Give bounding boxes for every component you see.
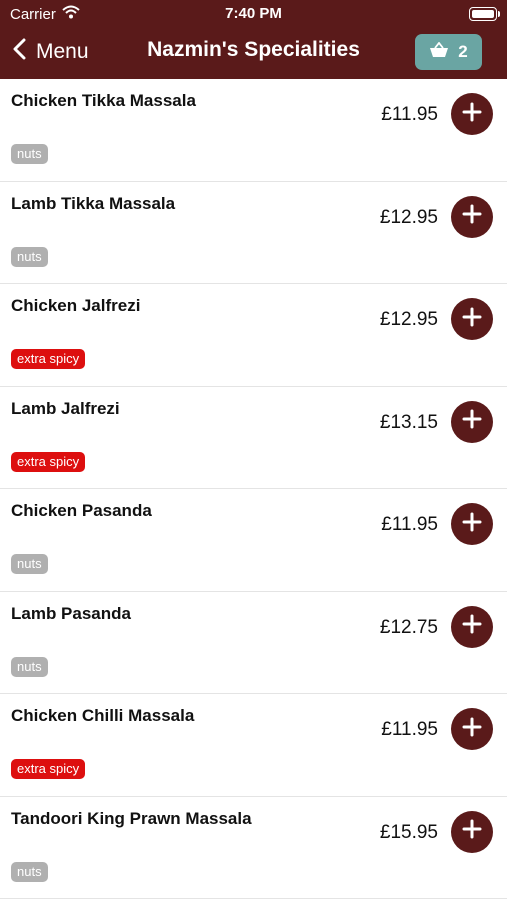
plus-icon (462, 512, 482, 537)
plus-icon (462, 409, 482, 434)
menu-item[interactable]: Chicken Chilli Massala £11.95 extra spic… (0, 694, 507, 797)
item-price: £13.15 (379, 411, 438, 433)
plus-icon (462, 614, 482, 639)
item-price: £11.95 (381, 104, 438, 125)
item-tag: nuts (11, 554, 48, 574)
menu-list: Chicken Tikka Massala £11.95 nuts Lamb T… (0, 79, 507, 899)
status-time: 7:40 PM (225, 5, 282, 22)
basket-icon (429, 41, 449, 63)
add-to-basket-button[interactable] (451, 503, 493, 545)
item-name: Chicken Jalfrezi (11, 296, 141, 315)
item-price: £12.95 (379, 309, 438, 330)
basket-count: 2 (458, 42, 468, 61)
item-name: Chicken Tikka Massala (11, 91, 196, 110)
add-to-basket-button[interactable] (451, 93, 493, 135)
plus-icon (462, 819, 482, 844)
item-tag: nuts (11, 656, 48, 677)
menu-item[interactable]: Lamb Tikka Massala £12.95 nuts (0, 182, 507, 284)
top-bar: Carrier 7:40 PM Menu Nazmin's Specialiti… (0, 0, 507, 79)
menu-item[interactable]: Chicken Jalfrezi £12.95 extra spicy (0, 284, 507, 387)
plus-icon (462, 204, 482, 229)
item-tag: extra spicy (11, 349, 86, 369)
menu-item[interactable]: Tandoori King Prawn Massala £15.95 nuts (0, 797, 507, 899)
nav-bar: Menu Nazmin's Specialities 2 (0, 28, 507, 79)
menu-item[interactable]: Lamb Jalfrezi £13.15 extra spicy (0, 387, 507, 489)
item-name: Chicken Chilli Massala (11, 706, 195, 725)
item-tag: nuts (11, 144, 48, 164)
basket-button[interactable]: 2 (415, 34, 482, 70)
plus-icon (462, 307, 482, 332)
add-to-basket-button[interactable] (451, 605, 493, 648)
item-price: £15.95 (379, 821, 438, 843)
add-to-basket-button[interactable] (451, 298, 493, 340)
menu-item[interactable]: Chicken Pasanda £11.95 nuts (0, 489, 507, 592)
menu-item[interactable]: Chicken Tikka Massala £11.95 nuts (0, 79, 507, 182)
item-price: £12.95 (379, 206, 438, 228)
item-name: Lamb Tikka Massala (11, 193, 176, 213)
battery-icon (469, 7, 500, 21)
item-price: £11.95 (381, 719, 438, 740)
menu-item[interactable]: Lamb Pasanda £12.75 nuts (0, 592, 507, 694)
item-tag: extra spicy (11, 451, 86, 472)
item-name: Lamb Jalfrezi (11, 398, 120, 418)
item-name: Tandoori King Prawn Massala (11, 808, 252, 828)
item-price: £11.95 (381, 514, 438, 535)
item-price: £12.75 (379, 616, 438, 638)
item-name: Chicken Pasanda (11, 501, 152, 520)
add-to-basket-button[interactable] (451, 400, 493, 443)
plus-icon (462, 717, 482, 742)
add-to-basket-button[interactable] (451, 708, 493, 750)
status-bar: Carrier 7:40 PM (0, 0, 507, 28)
add-to-basket-button[interactable] (451, 810, 493, 853)
item-tag: nuts (11, 861, 48, 882)
item-tag: extra spicy (11, 759, 86, 779)
add-to-basket-button[interactable] (451, 195, 493, 238)
item-name: Lamb Pasanda (11, 603, 131, 623)
item-tag: nuts (11, 246, 48, 267)
plus-icon (462, 102, 482, 127)
